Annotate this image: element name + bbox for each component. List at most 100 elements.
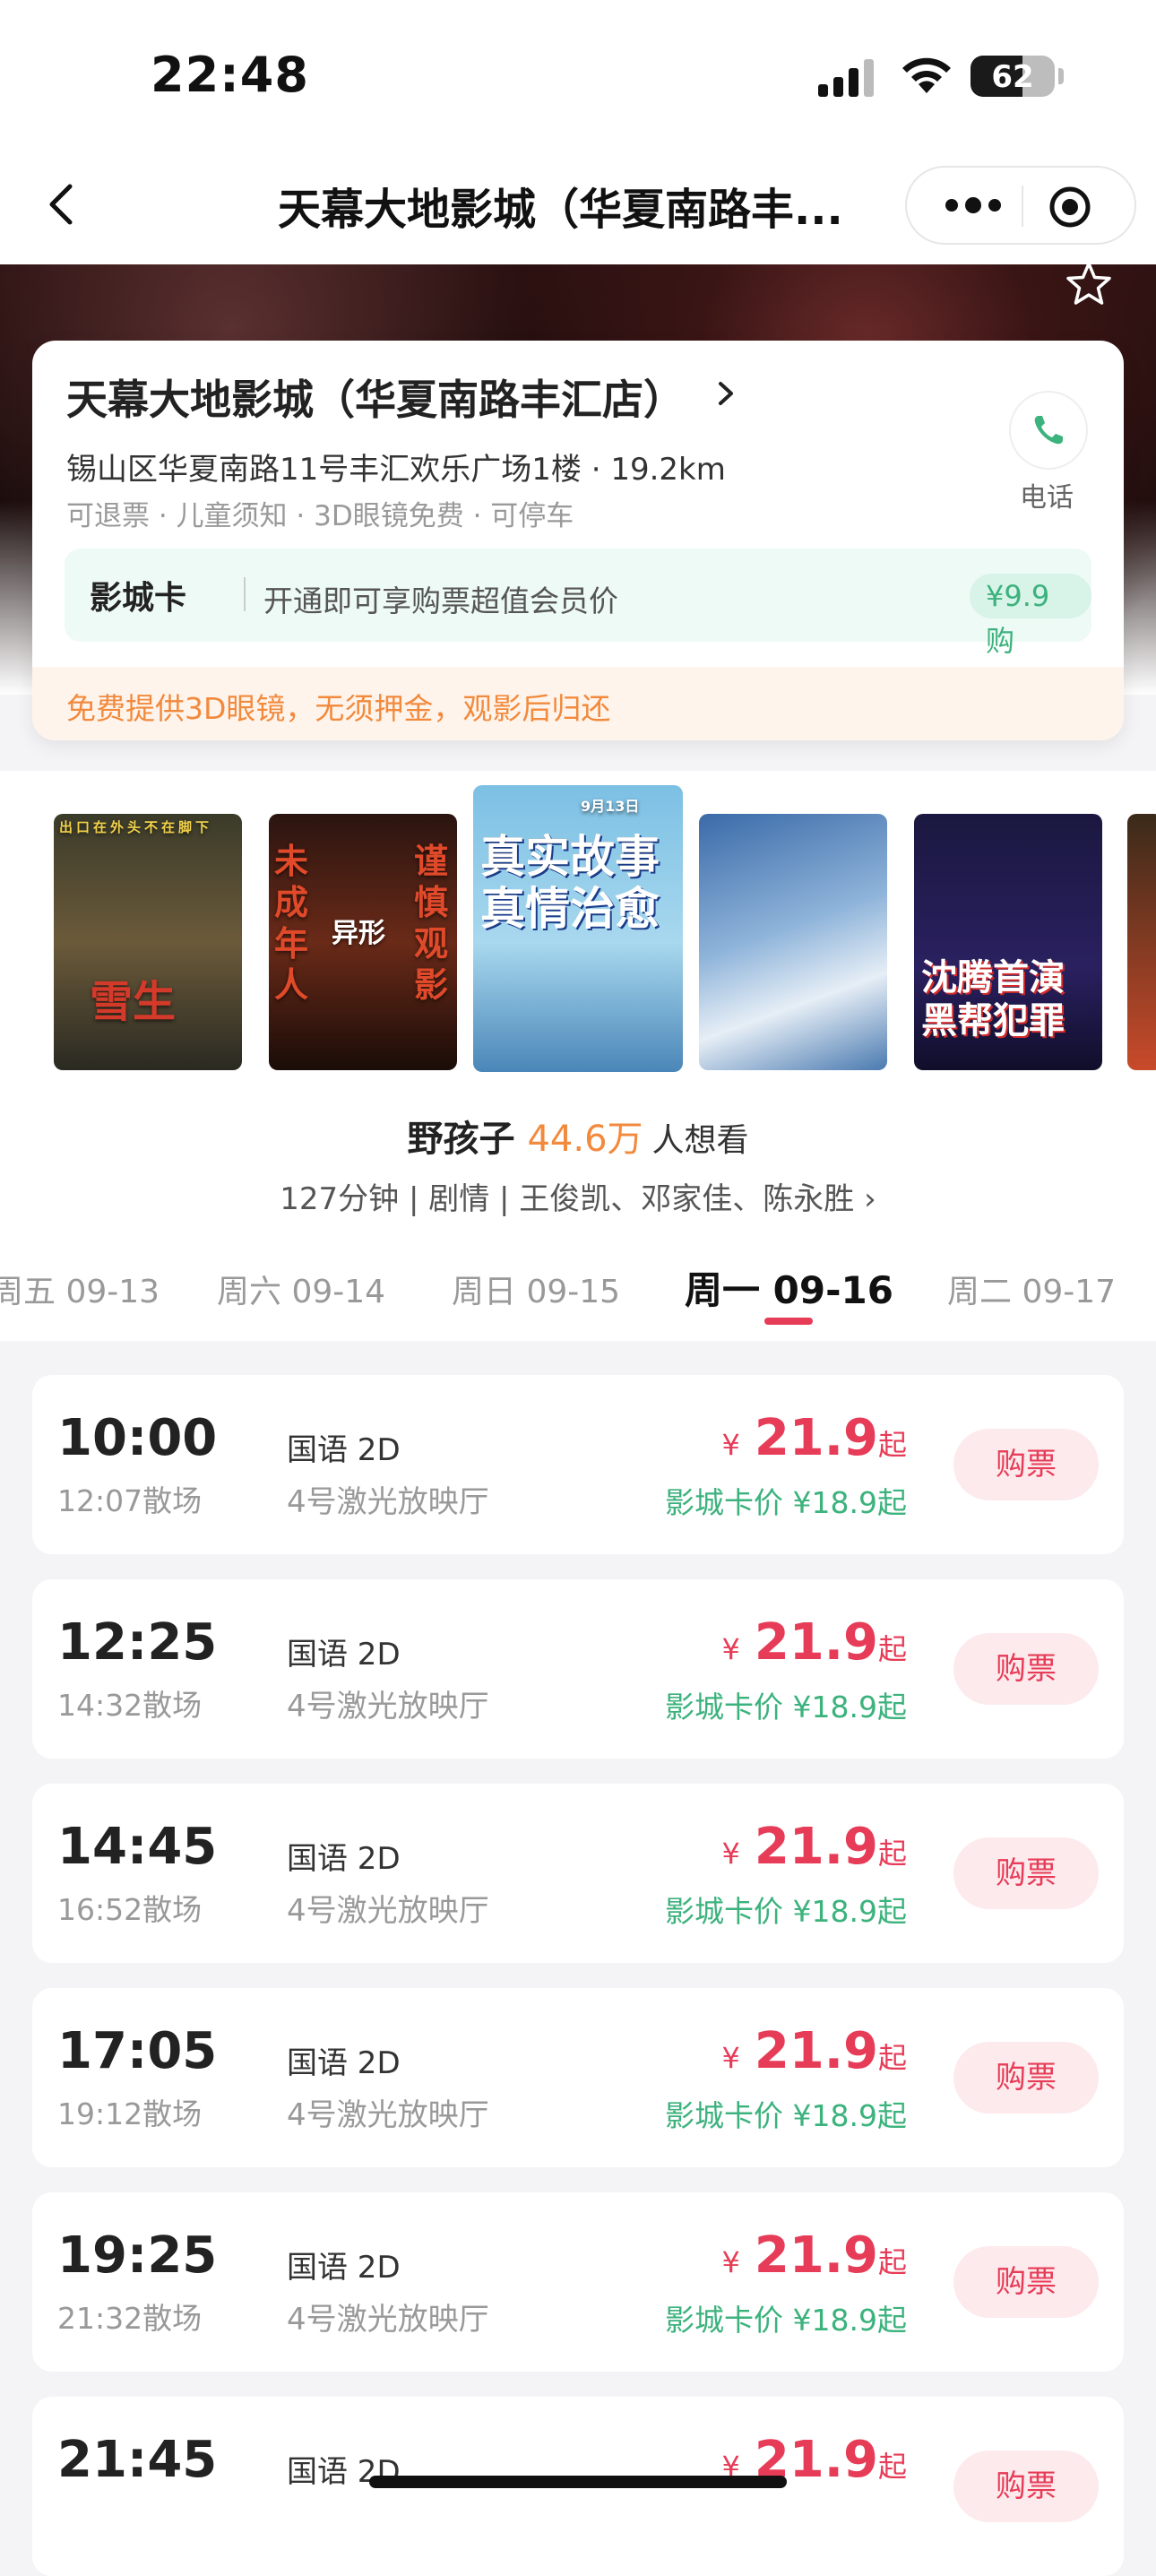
date-tabs: 周五 09-13 周六 09-14 周日 09-15 周一 09-16 周二 0…	[0, 1255, 1156, 1341]
capsule-divider	[1022, 186, 1023, 227]
showtime-language: 国语 2D	[287, 1637, 401, 1673]
favorite-star-icon[interactable]	[1065, 260, 1113, 308]
price-value: 21.9	[754, 2226, 878, 2285]
showtime-start: 14:45	[57, 1818, 218, 1876]
showtime-row[interactable]: 10:00 12:07散场 国语 2D 4号激光放映厅 ¥21.9起 影城卡价 ¥18.9…	[32, 1375, 1124, 1554]
glasses-notice: 免费提供3D眼镜，无须押金，观影后归还	[32, 667, 1124, 740]
showtime-row[interactable]: 12:25 14:32散场 国语 2D 4号激光放映厅 ¥21.9起影城卡价 ¥18.9…	[32, 1579, 1124, 1759]
want-count: 44.6万	[527, 1119, 643, 1160]
price-value: 21.9	[754, 1613, 878, 1672]
showtime-hall: 4号激光放映厅	[287, 1484, 489, 1520]
date-tab[interactable]: 周六 09-14	[217, 1266, 385, 1312]
showtime-language: 国语 2D	[287, 2045, 401, 2081]
battery-percent: 62	[991, 59, 1034, 95]
poster-text: 出口在外头不在脚下	[59, 819, 213, 835]
cinema-name[interactable]: 天幕大地影城（华夏南路丰汇店）	[66, 367, 685, 427]
glasses-notice-text: 免费提供3D眼镜，无须押金，观影后归还	[66, 691, 611, 726]
movie-poster[interactable]: 沈腾首演 黑帮犯罪	[914, 814, 1102, 1070]
showtime-hall: 4号激光放映厅	[287, 1689, 489, 1725]
showtime-hall: 4号激光放映厅	[287, 1893, 489, 1929]
cinema-tags: 可退票 · 儿童须知 · 3D眼镜免费 · 可停车	[66, 500, 574, 532]
back-arrow-icon[interactable]	[38, 179, 88, 229]
phone-label: 电话	[1020, 482, 1074, 514]
showtime-row[interactable]: 14:45 16:52散场 国语 2D 4号激光放映厅 ¥21.9起影城卡价 ¥18.9…	[32, 1784, 1124, 1963]
showtime-start: 21:45	[57, 2431, 218, 2489]
nav-bar: 天幕大地影城（华夏南路丰...	[0, 143, 1156, 264]
cinema-info-card: 天幕大地影城（华夏南路丰汇店） 锡山区华夏南路11号丰汇欢乐广场1楼 · 19.…	[32, 341, 1124, 740]
date-tab-indicator	[764, 1318, 813, 1325]
showtime-language: 国语 2D	[287, 2250, 401, 2286]
price-value: 21.9	[754, 1818, 878, 1876]
showtime-end: 16:52散场	[57, 1892, 203, 1927]
showtime-start: 19:25	[57, 2226, 218, 2285]
poster-title: 真情治愈	[480, 883, 660, 935]
member-price: 影城卡价 ¥18.9起	[665, 2303, 907, 2338]
showtime-price: ¥21.9起	[721, 2226, 907, 2285]
movie-headline: 野孩子 44.6万 人想看	[0, 1110, 1156, 1162]
showtime-start: 10:00	[57, 1409, 218, 1467]
poster-title: 雪生	[90, 977, 177, 1027]
want-label: 人想看	[651, 1122, 749, 1159]
buy-ticket-button[interactable]: 购票	[953, 1429, 1099, 1500]
price-currency: ¥	[721, 2245, 740, 2279]
member-price: 影城卡价 ¥18.9起	[665, 2098, 907, 2133]
showtime-end: 12:07散场	[57, 1483, 203, 1518]
cinema-card-separator	[244, 577, 246, 611]
showtime-price: ¥21.9起	[721, 1409, 907, 1467]
poster-carousel: 出口在外头不在脚下 雪生 未成年人 异形 谨慎观影 9月13日 真实故事 真情治…	[0, 771, 1156, 1094]
price-currency: ¥	[721, 2041, 740, 2075]
buy-ticket-button[interactable]: 购票	[953, 2451, 1099, 2522]
showtime-row[interactable]: 17:05 19:12散场 国语 2D 4号激光放映厅 ¥21.9起 影城卡价 ¥18.9…	[32, 1988, 1124, 2167]
price-suffix: 起	[877, 1837, 907, 1871]
showtime-hall: 4号激光放映厅	[287, 2097, 489, 2133]
close-target-icon[interactable]	[1048, 186, 1091, 229]
price-value: 21.9	[754, 2022, 878, 2080]
showtime-start: 17:05	[57, 2022, 218, 2080]
buy-ticket-button[interactable]: 购票	[953, 1837, 1099, 1909]
cinema-card-buy-button[interactable]: ¥9.9购	[970, 574, 1091, 658]
movie-name: 野孩子	[407, 1119, 515, 1160]
page-title: 天幕大地影城（华夏南路丰...	[278, 185, 843, 235]
price-value: 21.9	[754, 1409, 878, 1467]
showtime-language: 国语 2D	[287, 1841, 401, 1877]
movie-poster[interactable]	[699, 814, 887, 1070]
showtime-row[interactable]: 19:25 21:32散场 国语 2D 4号激光放映厅 ¥21.9起 影城卡价 ¥18.9…	[32, 2192, 1124, 2372]
poster-title: 异形	[332, 918, 385, 949]
movie-poster[interactable]: 出口在外头不在脚下 雪生	[54, 814, 242, 1070]
showtime-start: 12:25	[57, 1613, 218, 1672]
phone-button[interactable]	[1009, 391, 1088, 470]
cellular-signal-icon	[818, 57, 876, 97]
price-currency: ¥	[721, 1837, 740, 1871]
cinema-card-title: 影城卡	[90, 580, 187, 617]
chevron-right-icon[interactable]	[713, 380, 738, 407]
showtime-end: 14:32散场	[57, 1688, 203, 1723]
price-suffix: 起	[877, 2041, 907, 2075]
price-suffix: 起	[877, 1428, 907, 1462]
showtime-price: ¥21.9起	[721, 1613, 907, 1672]
date-tab[interactable]: 周日 09-15	[452, 1266, 620, 1312]
price-currency: ¥	[721, 1632, 740, 1666]
poster-badge: 9月13日	[581, 798, 640, 815]
price-suffix: 起	[877, 2245, 907, 2279]
movie-poster-selected[interactable]: 9月13日 真实故事 真情治愈	[473, 785, 683, 1072]
buy-ticket-button[interactable]: 购票	[953, 1633, 1099, 1705]
phone-icon	[1034, 416, 1063, 445]
date-tab[interactable]: 周二 09-17	[947, 1266, 1116, 1312]
poster-title: 黑帮犯罪	[921, 1000, 1065, 1042]
buy-ticket-button[interactable]: 购票	[953, 2246, 1099, 2318]
date-tab-active[interactable]: 周一 09-16	[685, 1260, 893, 1315]
price-suffix: 起	[877, 2450, 907, 2484]
member-price: 影城卡价 ¥18.9起	[665, 1690, 907, 1725]
price-currency: ¥	[721, 1428, 740, 1462]
cinema-card-banner[interactable]: 影城卡 开通即可享购票超值会员价 ¥9.9购	[65, 549, 1091, 658]
movie-poster[interactable]: 未成年人 异形 谨慎观影	[269, 814, 457, 1070]
wifi-icon	[902, 57, 951, 93]
member-price: 影城卡价 ¥18.9起	[665, 1894, 907, 1929]
buy-ticket-button[interactable]: 购票	[953, 2042, 1099, 2114]
more-dots-icon[interactable]	[941, 187, 1005, 223]
date-tab[interactable]: 周五 09-13	[0, 1266, 160, 1312]
movie-details-link[interactable]: 127分钟 | 剧情 | 王俊凯、邓家佳、陈永胜 ›	[0, 1174, 1156, 1218]
mini-program-capsule	[905, 166, 1136, 245]
movie-poster[interactable]	[1127, 814, 1156, 1070]
showtime-hall: 4号激光放映厅	[287, 2302, 489, 2338]
